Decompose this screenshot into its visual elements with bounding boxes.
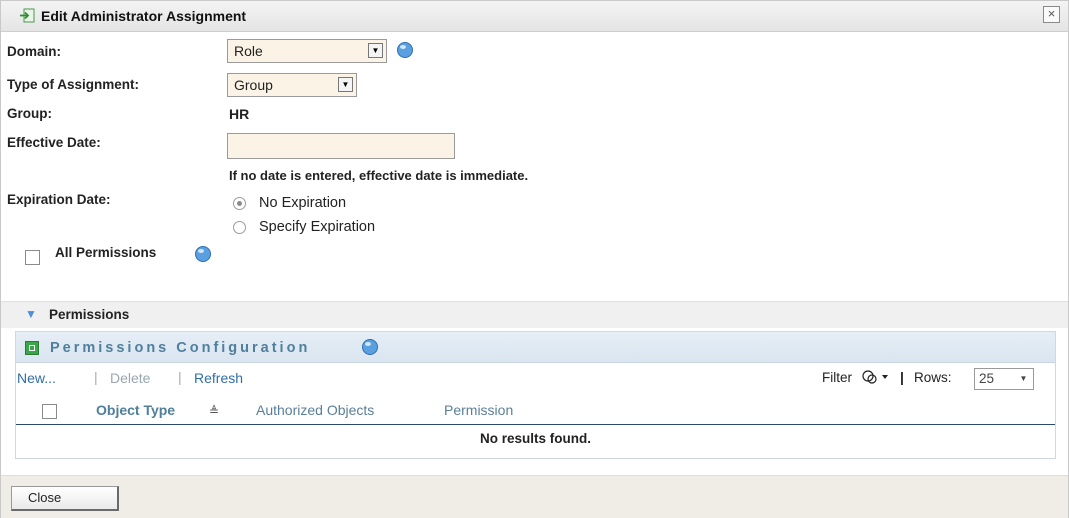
dialog-title: Edit Administrator Assignment bbox=[41, 8, 247, 24]
column-authorized-objects[interactable]: Authorized Objects bbox=[256, 402, 374, 418]
select-all-checkbox[interactable] bbox=[42, 404, 57, 419]
dropdown-arrow-icon: ▼ bbox=[338, 77, 353, 92]
effective-date-label: Effective Date: bbox=[7, 135, 101, 150]
effective-date-hint: If no date is entered, effective date is… bbox=[229, 168, 529, 183]
rows-select-value: 25 bbox=[979, 371, 995, 386]
table-header-divider bbox=[16, 424, 1055, 425]
group-value: HR bbox=[229, 106, 250, 122]
toolbar-separator: | bbox=[178, 369, 182, 385]
rows-label: Rows: bbox=[914, 370, 952, 385]
toolbar-separator: | bbox=[94, 369, 98, 385]
type-select-value: Group bbox=[234, 77, 273, 93]
rows-select[interactable]: 25 ▼ bbox=[974, 368, 1034, 390]
filter-label[interactable]: Filter bbox=[822, 370, 852, 385]
column-permission[interactable]: Permission bbox=[444, 402, 513, 418]
domain-label: Domain: bbox=[7, 44, 61, 59]
dialog-footer: Close bbox=[1, 475, 1068, 518]
filter-icon[interactable] bbox=[860, 369, 894, 385]
dropdown-arrow-icon: ▼ bbox=[368, 43, 383, 58]
type-of-assignment-select[interactable]: Group ▼ bbox=[227, 73, 357, 97]
refresh-link[interactable]: Refresh bbox=[194, 370, 243, 386]
group-label: Group: bbox=[7, 106, 52, 121]
info-icon[interactable] bbox=[195, 246, 211, 262]
new-link[interactable]: New... bbox=[17, 370, 56, 386]
dropdown-arrow-icon: ▼ bbox=[1019, 374, 1028, 383]
no-results-message: No results found. bbox=[480, 431, 591, 446]
effective-date-input[interactable] bbox=[227, 133, 455, 159]
info-icon[interactable] bbox=[397, 42, 413, 58]
chevron-down-icon: ▼ bbox=[25, 307, 37, 321]
expiration-date-label: Expiration Date: bbox=[7, 192, 111, 207]
delete-link[interactable]: Delete bbox=[110, 370, 150, 386]
domain-select-value: Role bbox=[234, 43, 263, 59]
panel-title: Permissions Configuration bbox=[50, 340, 311, 356]
edit-assignment-icon bbox=[20, 8, 35, 23]
edit-assignment-dialog: Edit Administrator Assignment × Domain: … bbox=[0, 0, 1069, 518]
permissions-configuration-panel: Permissions Configuration New... | Delet… bbox=[15, 331, 1056, 459]
type-of-assignment-label: Type of Assignment: bbox=[7, 77, 140, 92]
all-permissions-label: All Permissions bbox=[55, 245, 157, 260]
column-object-type[interactable]: Object Type bbox=[96, 402, 175, 418]
specify-expiration-label: Specify Expiration bbox=[259, 219, 376, 235]
panel-toolbar: New... | Delete | Refresh Filter | Rows:… bbox=[16, 364, 1055, 390]
config-icon bbox=[25, 341, 39, 355]
no-expiration-label: No Expiration bbox=[259, 195, 347, 211]
panel-header: Permissions Configuration bbox=[16, 332, 1055, 363]
dialog-titlebar: Edit Administrator Assignment × bbox=[1, 1, 1068, 32]
permissions-section-header[interactable]: ▼ Permissions bbox=[1, 301, 1068, 328]
radio-selected-icon bbox=[233, 197, 246, 210]
radio-unselected-icon bbox=[233, 221, 246, 234]
close-icon[interactable]: × bbox=[1043, 6, 1060, 23]
info-icon[interactable] bbox=[362, 339, 378, 355]
sort-ascending-icon[interactable]: ≜ bbox=[209, 404, 219, 418]
toolbar-separator: | bbox=[900, 369, 904, 385]
domain-select[interactable]: Role ▼ bbox=[227, 39, 387, 63]
permissions-section-title: Permissions bbox=[49, 307, 130, 322]
all-permissions-checkbox[interactable] bbox=[25, 250, 40, 265]
close-button[interactable]: Close bbox=[11, 486, 119, 511]
